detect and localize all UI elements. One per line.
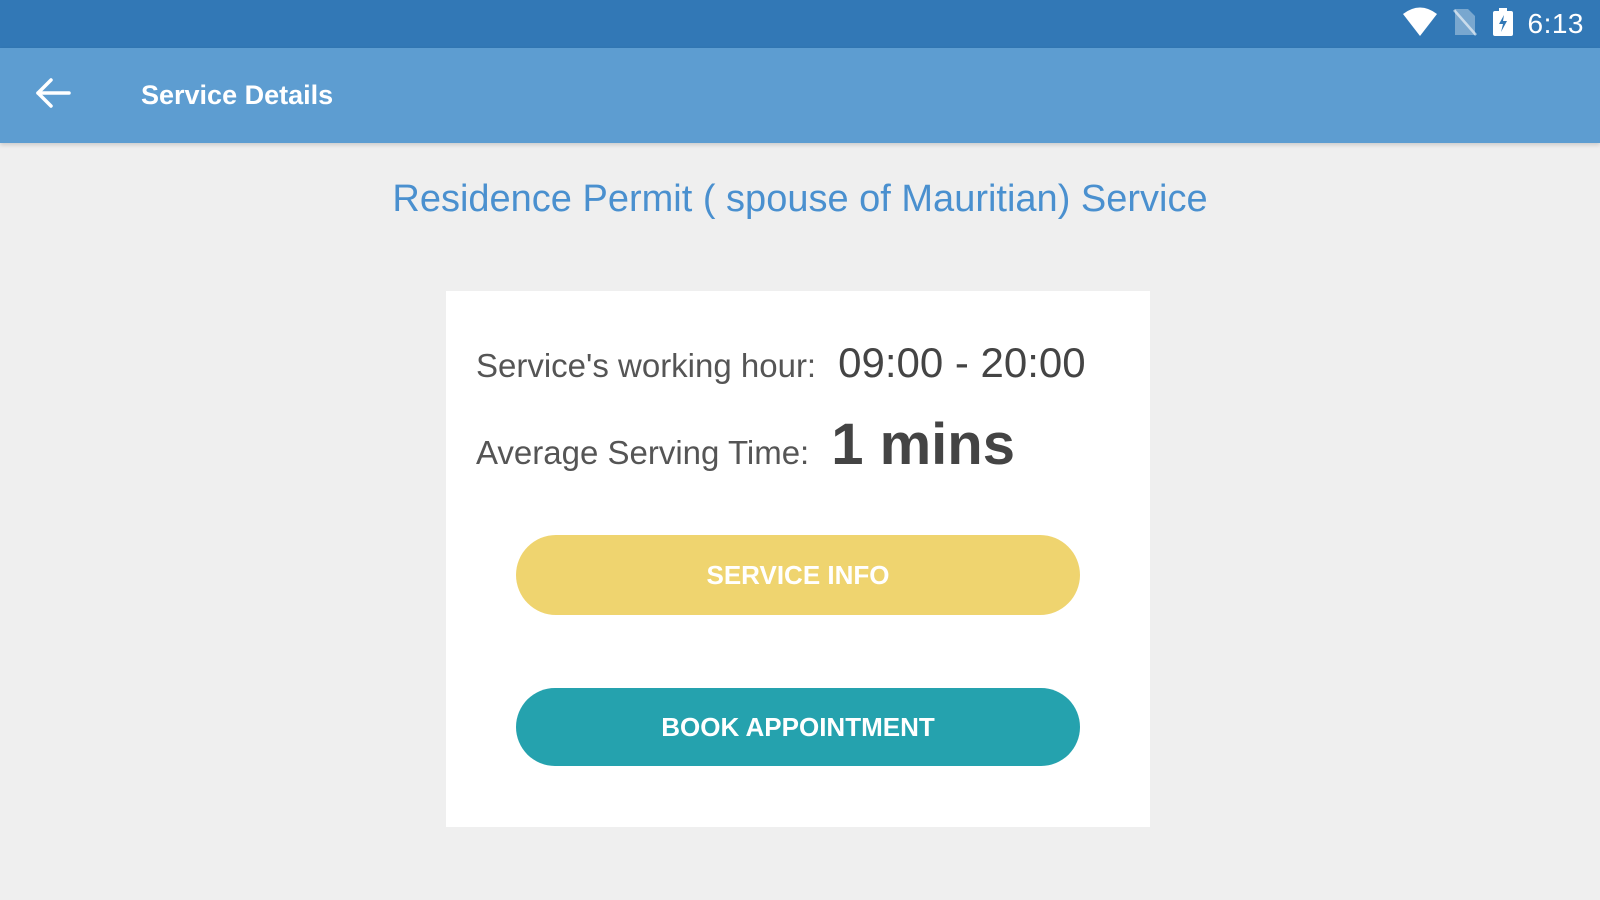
avg-time-label: Average Serving Time:: [476, 434, 810, 471]
page-title: Service Details: [141, 80, 334, 110]
arrow-left-icon: [35, 77, 71, 114]
service-details-card: Service's working hour: 09:00 - 20:00 Av…: [446, 291, 1150, 827]
avg-time-value: 1 mins: [831, 412, 1015, 477]
working-hour-value: 09:00 - 20:00: [838, 339, 1086, 386]
working-hour-row: Service's working hour: 09:00 - 20:00: [476, 339, 1086, 387]
book-appointment-button[interactable]: BOOK APPOINTMENT: [516, 688, 1080, 766]
working-hour-label: Service's working hour:: [476, 347, 817, 384]
app-bar: Service Details: [0, 48, 1600, 143]
wifi-icon: [1402, 7, 1438, 42]
status-time: 6:13: [1527, 8, 1584, 39]
service-title: Residence Permit ( spouse of Mauritian) …: [392, 178, 1208, 220]
back-button[interactable]: [28, 70, 78, 120]
service-info-button[interactable]: SERVICE INFO: [516, 535, 1080, 615]
battery-charging-icon: [1492, 7, 1514, 42]
status-bar: 6:13: [0, 0, 1600, 48]
status-icons: 6:13: [1402, 0, 1585, 48]
no-sim-icon: [1452, 7, 1478, 42]
avg-time-row: Average Serving Time: 1 mins: [476, 411, 1015, 478]
